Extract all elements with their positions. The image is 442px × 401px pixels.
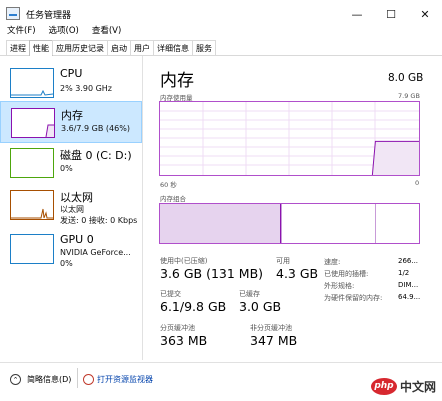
slots-label: 已使用的插槽: xyxy=(324,270,369,278)
ethernet-sparkline xyxy=(10,190,54,220)
open-resource-monitor-link[interactable]: 打开资源监视器 xyxy=(97,374,153,385)
resource-list: CPU 2% 3.90 GHz 内存 3.6/7.9 GB (46%) 磁盘 0… xyxy=(0,56,143,360)
menu-view[interactable]: 查看(V) xyxy=(85,22,127,38)
gpu-sparkline xyxy=(10,234,54,264)
watermark: php 中文网 xyxy=(370,375,436,397)
tab-services[interactable]: 服务 xyxy=(192,40,216,55)
sidebar-item-label: 磁盘 0 (C: D:) xyxy=(60,149,132,162)
sidebar-item-ethernet[interactable]: 以太网 以太网 发送: 0 接收: 0 Kbps xyxy=(0,184,142,226)
in-use-value: 3.6 GB (131 MB) xyxy=(160,266,264,281)
usage-graph-svg xyxy=(160,102,419,175)
menu-options[interactable]: 选项(O) xyxy=(42,22,85,38)
available-value: 4.3 GB xyxy=(276,266,319,281)
speed-value: 266... xyxy=(398,257,419,265)
sidebar-item-detail: 0% xyxy=(60,259,73,268)
composition-in-use xyxy=(160,204,281,243)
sidebar-item-detail: 0% xyxy=(60,164,73,173)
sidebar-item-gpu[interactable]: GPU 0 NVIDIA GeForce... 0% xyxy=(0,228,142,270)
memory-composition-bar xyxy=(159,203,420,244)
speed-label: 速度: xyxy=(324,258,341,266)
task-manager-icon xyxy=(6,7,20,20)
tab-performance[interactable]: 性能 xyxy=(29,40,53,56)
tab-bar: 进程 性能 应用历史记录 启动 用户 详细信息 服务 xyxy=(0,40,442,56)
composition-label: 内存组合 xyxy=(160,195,186,203)
usage-area xyxy=(372,141,419,175)
paged-pool-label: 分页缓冲池 xyxy=(160,324,195,332)
sidebar-item-disk[interactable]: 磁盘 0 (C: D:) 0% xyxy=(0,142,142,184)
reserved-value: 64.9... xyxy=(398,293,421,301)
form-factor-value: DIM... xyxy=(398,281,419,289)
disk-sparkline xyxy=(10,148,54,178)
page-title: 内存 xyxy=(160,71,194,91)
graph-time-left: 60 秒 xyxy=(160,181,177,189)
form-factor-label: 外形规格: xyxy=(324,282,355,290)
reserved-label: 为硬件保留的内存: xyxy=(324,294,383,302)
fewer-details-link[interactable]: 简略信息(D) xyxy=(27,374,71,385)
composition-divider xyxy=(281,204,282,243)
footer-divider xyxy=(77,368,78,388)
window-title: 任务管理器 xyxy=(26,11,72,21)
sidebar-item-detail: NVIDIA GeForce... xyxy=(60,248,131,257)
cached-value: 3.0 GB xyxy=(239,299,282,314)
memory-sparkline xyxy=(11,108,55,138)
in-use-label: 使用中(已压缩) xyxy=(160,257,208,265)
tab-processes[interactable]: 进程 xyxy=(6,40,30,55)
sidebar-item-cpu[interactable]: CPU 2% 3.90 GHz xyxy=(0,62,142,104)
memory-usage-graph xyxy=(159,101,420,176)
watermark-text: 中文网 xyxy=(399,379,436,394)
committed-value: 6.1/9.8 GB xyxy=(160,299,227,314)
sidebar-item-detail: 以太网 xyxy=(60,205,84,214)
nonpaged-pool-value: 347 MB xyxy=(250,333,298,348)
graph-max: 7.9 GB xyxy=(398,92,420,100)
graph-time-right: 0 xyxy=(415,179,420,187)
total-capacity: 8.0 GB xyxy=(388,72,424,84)
tab-startup[interactable]: 启动 xyxy=(107,40,131,55)
committed-label: 已提交 xyxy=(160,290,181,298)
tab-app-history[interactable]: 应用历史记录 xyxy=(52,40,108,55)
nonpaged-pool-label: 非分页缓冲池 xyxy=(250,324,292,332)
sidebar-item-detail: 3.6/7.9 GB (46%) xyxy=(61,124,130,133)
menu-file[interactable]: 文件(F) xyxy=(0,22,42,38)
sidebar-item-memory[interactable]: 内存 3.6/7.9 GB (46%) xyxy=(0,101,142,143)
sidebar-item-detail: 发送: 0 接收: 0 Kbps xyxy=(60,216,138,225)
sidebar-item-label: 内存 xyxy=(61,109,83,122)
sidebar-item-detail: 2% 3.90 GHz xyxy=(60,84,113,93)
sidebar-item-label: CPU xyxy=(60,67,83,80)
slots-value: 1/2 xyxy=(398,269,410,277)
tab-details[interactable]: 详细信息 xyxy=(153,40,193,55)
tab-users[interactable]: 用户 xyxy=(130,40,154,55)
sidebar-item-label: 以太网 xyxy=(60,191,93,204)
available-label: 可用 xyxy=(276,257,290,265)
paged-pool-value: 363 MB xyxy=(160,333,208,348)
cpu-sparkline xyxy=(10,68,54,98)
sidebar-item-label: GPU 0 xyxy=(60,233,94,246)
composition-divider xyxy=(375,204,376,243)
cached-label: 已缓存 xyxy=(239,290,260,298)
menu-bar: 文件(F) 选项(O) 查看(V) xyxy=(0,22,442,38)
chevron-up-icon[interactable]: ⌃ xyxy=(10,374,21,385)
watermark-logo: php xyxy=(370,377,397,395)
resource-monitor-icon xyxy=(83,374,94,385)
